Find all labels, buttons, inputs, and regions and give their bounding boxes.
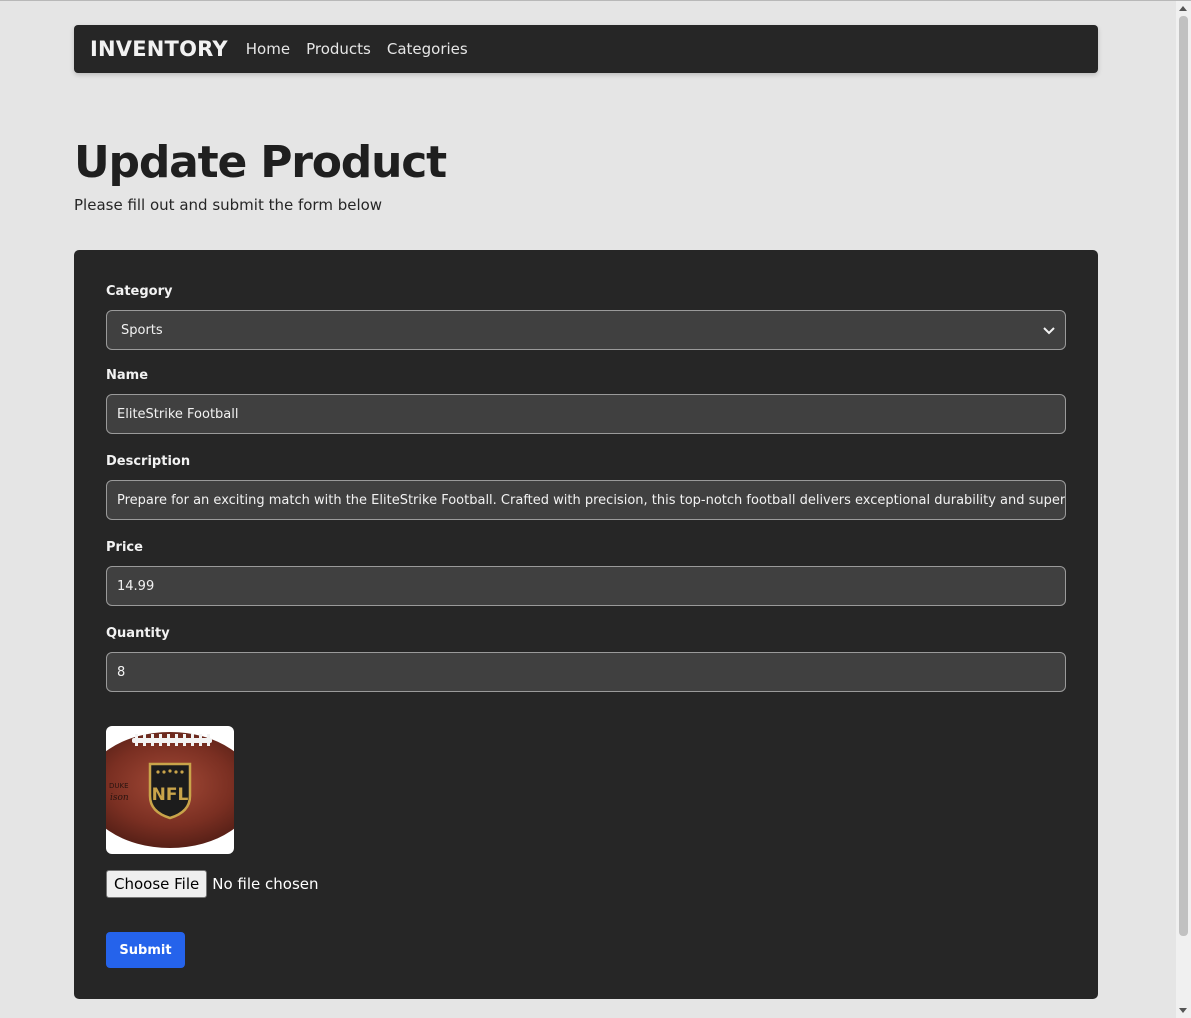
brand-logo[interactable]: INVENTORY [90,37,228,61]
nav-link-home[interactable]: Home [246,40,290,58]
name-label: Name [106,368,149,383]
update-product-form: Category Sports Name EliteStrike Footbal… [74,250,1098,999]
product-image: NFL ison DUKE [106,726,234,854]
scrollbar-thumb[interactable] [1179,16,1188,936]
football-image-icon: NFL ison DUKE [106,732,234,848]
price-label: Price [106,540,143,555]
price-input[interactable]: 14.99 [106,566,1066,606]
scroll-up-arrow-icon[interactable] [1179,6,1187,11]
price-input-value: 14.99 [117,578,155,594]
nav-link-products[interactable]: Products [306,40,371,58]
category-label: Category [106,284,173,299]
scroll-down-arrow-icon[interactable] [1179,1008,1187,1013]
svg-text:DUKE: DUKE [109,782,129,790]
category-selected-value: Sports [121,322,163,338]
file-upload: Choose File No file chosen [106,870,319,898]
description-input-value: Prepare for an exciting match with the E… [117,492,1066,508]
category-select[interactable]: Sports [106,310,1066,350]
chevron-down-icon [1043,327,1055,335]
name-input-value: EliteStrike Football [117,406,239,422]
vertical-scrollbar[interactable] [1176,1,1191,1018]
name-input[interactable]: EliteStrike Football [106,394,1066,434]
file-status: No file chosen [212,875,319,893]
submit-button[interactable]: Submit [106,932,185,968]
nav-link-categories[interactable]: Categories [387,40,468,58]
page-subtitle: Please fill out and submit the form belo… [74,196,383,214]
top-navbar: INVENTORY Home Products Categories [74,25,1098,73]
nfl-logo-text: NFL [152,785,189,805]
description-label: Description [106,454,191,469]
choose-file-button[interactable]: Choose File [106,870,208,898]
quantity-input-value: 8 [117,664,126,680]
page-title: Update Product [74,137,447,188]
quantity-label: Quantity [106,626,170,641]
quantity-input[interactable]: 8 [106,652,1066,692]
description-input[interactable]: Prepare for an exciting match with the E… [106,480,1066,520]
svg-text:ison: ison [110,793,129,803]
